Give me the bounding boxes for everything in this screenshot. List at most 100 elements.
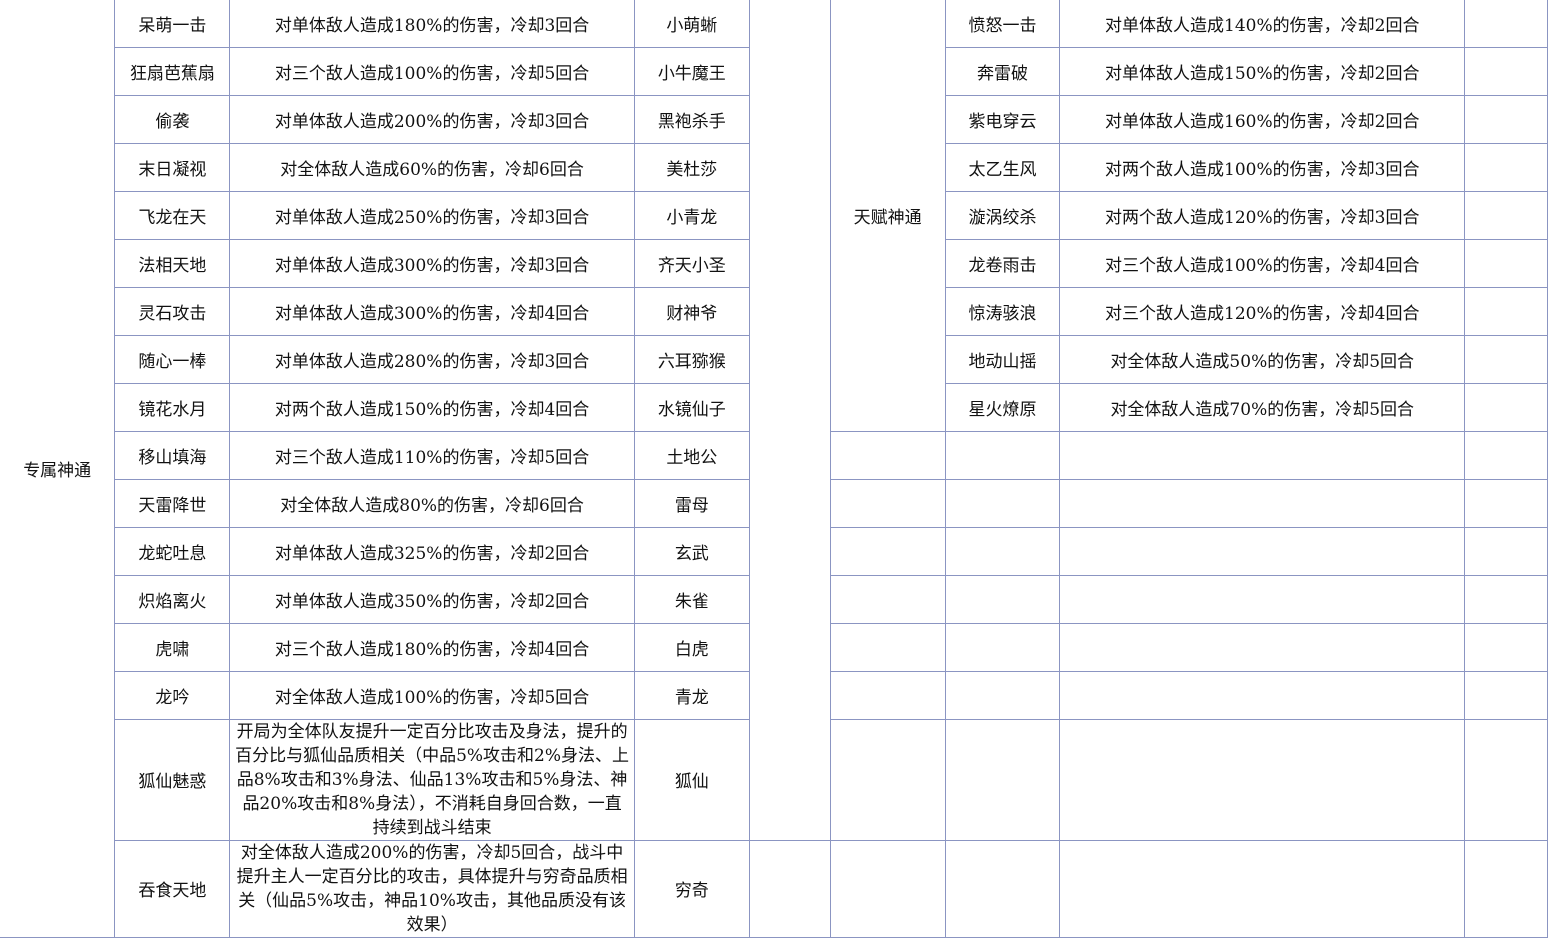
pet-name: 小牛魔王 [633, 46, 750, 96]
empty-cell [1464, 718, 1548, 841]
skill-name: 飞龙在天 [114, 190, 231, 240]
skill-name: 天雷降世 [114, 478, 231, 528]
skill-name: 镜花水月 [114, 382, 231, 432]
skill-effect: 对单体敌人造成180%的伤害，冷却3回合 [229, 0, 635, 48]
talent-skill-effect: 对三个敌人造成100%的伤害，冷却4回合 [1059, 238, 1466, 288]
skill-effect: 对全体敌人造成80%的伤害，冷却6回合 [229, 478, 635, 528]
empty-cell [1059, 526, 1466, 576]
spacer-cell [748, 839, 831, 938]
empty-cell [1464, 238, 1548, 288]
category-exclusive: 专属神通 [0, 0, 116, 938]
empty-cell [944, 430, 1061, 480]
pet-name: 狐仙 [633, 718, 750, 841]
empty-cell [829, 622, 946, 672]
empty-cell [829, 478, 946, 528]
skill-name: 随心一棒 [114, 334, 231, 384]
skill-effect: 对单体敌人造成300%的伤害，冷却3回合 [229, 238, 635, 288]
skill-name: 呆萌一击 [114, 0, 231, 48]
empty-cell [1059, 670, 1466, 720]
talent-skill-name: 地动山摇 [944, 334, 1061, 384]
empty-cell [944, 718, 1061, 841]
pet-name: 六耳猕猴 [633, 334, 750, 384]
talent-skill-name: 紫电穿云 [944, 94, 1061, 144]
empty-cell [1464, 0, 1548, 48]
skill-effect: 对单体敌人造成200%的伤害，冷却3回合 [229, 94, 635, 144]
talent-skill-name: 星火燎原 [944, 382, 1061, 432]
empty-cell [829, 718, 946, 841]
talent-skill-effect: 对单体敌人造成140%的伤害，冷却2回合 [1059, 0, 1466, 48]
pet-name: 水镜仙子 [633, 382, 750, 432]
empty-cell [944, 622, 1061, 672]
skill-name: 狐仙魅惑 [114, 718, 231, 841]
skill-effect: 对单体敌人造成250%的伤害，冷却3回合 [229, 190, 635, 240]
talent-skill-effect: 对两个敌人造成120%的伤害，冷却3回合 [1059, 190, 1466, 240]
empty-cell [1464, 46, 1548, 96]
empty-cell [944, 478, 1061, 528]
empty-cell [1464, 286, 1548, 336]
skill-effect: 对单体敌人造成300%的伤害，冷却4回合 [229, 286, 635, 336]
pet-name: 穷奇 [633, 839, 750, 938]
skill-effect: 对全体敌人造成100%的伤害，冷却5回合 [229, 670, 635, 720]
skill-effect: 对全体敌人造成60%的伤害，冷却6回合 [229, 142, 635, 192]
empty-cell [1464, 622, 1548, 672]
empty-cell [829, 430, 946, 480]
empty-cell [944, 574, 1061, 624]
talent-skill-effect: 对三个敌人造成120%的伤害，冷却4回合 [1059, 286, 1466, 336]
empty-cell [829, 670, 946, 720]
talent-skill-name: 太乙生风 [944, 142, 1061, 192]
talent-skill-name: 奔雷破 [944, 46, 1061, 96]
skill-effect: 对三个敌人造成100%的伤害，冷却5回合 [229, 46, 635, 96]
skill-effect: 对单体敌人造成350%的伤害，冷却2回合 [229, 574, 635, 624]
pet-name: 小萌蜥 [633, 0, 750, 48]
pet-name: 财神爷 [633, 286, 750, 336]
spacer-cell [748, 0, 831, 841]
skill-name: 末日凝视 [114, 142, 231, 192]
pet-name: 小青龙 [633, 190, 750, 240]
skill-effect: 对单体敌人造成325%的伤害，冷却2回合 [229, 526, 635, 576]
skill-name: 炽焰离火 [114, 574, 231, 624]
talent-skill-effect: 对全体敌人造成70%的伤害，冷却5回合 [1059, 382, 1466, 432]
skill-effect: 对全体敌人造成200%的伤害，冷却5回合，战斗中提升主人一定百分比的攻击，具体提… [229, 839, 635, 938]
empty-cell [1464, 142, 1548, 192]
empty-cell [944, 670, 1061, 720]
empty-cell [1464, 190, 1548, 240]
empty-cell [1464, 839, 1548, 938]
empty-cell [829, 839, 946, 938]
empty-cell [1464, 574, 1548, 624]
pet-name: 齐天小圣 [633, 238, 750, 288]
empty-cell [1059, 718, 1466, 841]
talent-skill-effect: 对单体敌人造成150%的伤害，冷却2回合 [1059, 46, 1466, 96]
empty-cell [1464, 670, 1548, 720]
skill-effect: 对单体敌人造成280%的伤害，冷却3回合 [229, 334, 635, 384]
skill-name: 偷袭 [114, 94, 231, 144]
skill-effect: 开局为全体队友提升一定百分比攻击及身法，提升的百分比与狐仙品质相关（中品5%攻击… [229, 718, 635, 841]
talent-skill-name: 愤怒一击 [944, 0, 1061, 48]
empty-cell [1464, 526, 1548, 576]
category-talent: 天赋神通 [829, 0, 946, 432]
empty-cell [1059, 839, 1466, 938]
skill-name: 灵石攻击 [114, 286, 231, 336]
pet-name: 雷母 [633, 478, 750, 528]
empty-cell [1059, 478, 1466, 528]
empty-cell [1059, 574, 1466, 624]
skill-name: 虎啸 [114, 622, 231, 672]
pet-name: 白虎 [633, 622, 750, 672]
skill-effect: 对三个敌人造成180%的伤害，冷却4回合 [229, 622, 635, 672]
skill-name: 龙吟 [114, 670, 231, 720]
empty-cell [829, 526, 946, 576]
talent-skill-effect: 对单体敌人造成160%的伤害，冷却2回合 [1059, 94, 1466, 144]
empty-cell [1464, 430, 1548, 480]
talent-skill-name: 惊涛骇浪 [944, 286, 1061, 336]
skill-name: 龙蛇吐息 [114, 526, 231, 576]
table-row: 专属神通 呆萌一击 对单体敌人造成180%的伤害，冷却3回合 小萌蜥 天赋神通 愤怒一击对… [0, 0, 1548, 938]
empty-cell [1059, 622, 1466, 672]
skill-effect: 对三个敌人造成110%的伤害，冷却5回合 [229, 430, 635, 480]
pet-name: 朱雀 [633, 574, 750, 624]
table-row: 吞食天地 对全体敌人造成200%的伤害，冷却5回合，战斗中提升主人一定百分比的攻击… [0, 839, 1548, 938]
empty-cell [1464, 382, 1548, 432]
pet-name: 美杜莎 [633, 142, 750, 192]
talent-skill-name: 龙卷雨击 [944, 238, 1061, 288]
pet-name: 土地公 [633, 430, 750, 480]
skills-table-body: 专属神通 呆萌一击 对单体敌人造成180%的伤害，冷却3回合 小萌蜥 天赋神通 愤怒一击对… [0, 0, 1548, 938]
empty-cell [944, 526, 1061, 576]
